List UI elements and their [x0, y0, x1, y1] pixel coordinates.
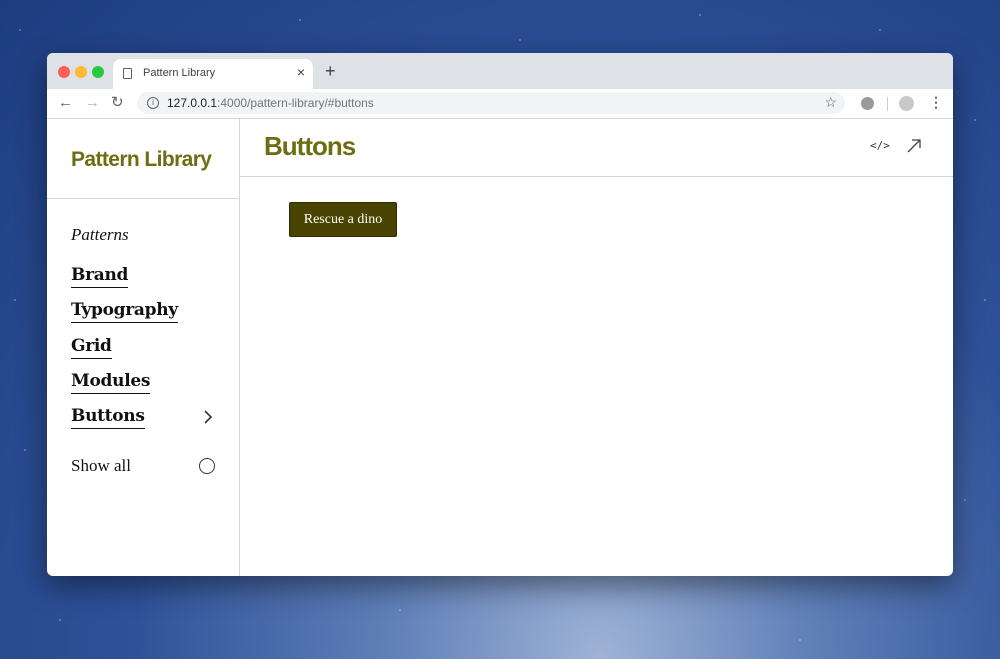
profile-avatar-icon[interactable]	[899, 96, 914, 111]
brand-title[interactable]: Pattern Library	[71, 148, 212, 172]
main-header: Buttons </>	[240, 119, 953, 177]
tab-title: Pattern Library	[143, 67, 216, 79]
browser-toolbar: ← → ↻ i 127.0.0.1:4000/pattern-library/#…	[47, 89, 953, 119]
chevron-right-icon	[204, 410, 213, 424]
browser-window: Pattern Library × + ← → ↻ i 127.0.0.1:40…	[47, 53, 953, 576]
minimize-window-button[interactable]	[75, 66, 87, 78]
sidebar: Pattern Library Patterns Brand Typograph…	[47, 119, 240, 576]
browser-menu-icon[interactable]: ⋮	[929, 94, 943, 111]
forward-arrow-icon[interactable]: →	[85, 93, 100, 113]
toolbar-divider	[887, 97, 888, 111]
page-title: Buttons	[264, 131, 356, 161]
close-tab-icon[interactable]: ×	[297, 64, 305, 80]
sidebar-item-modules[interactable]: Modules	[71, 371, 150, 394]
browser-tab[interactable]: Pattern Library ×	[113, 59, 313, 89]
document-icon	[123, 68, 132, 79]
open-external-icon[interactable]	[906, 138, 922, 154]
url-text[interactable]: 127.0.0.1:4000/pattern-library/#buttons	[167, 96, 374, 110]
extension-icon[interactable]	[861, 97, 874, 110]
close-window-button[interactable]	[58, 66, 70, 78]
tab-bar: Pattern Library × +	[47, 53, 953, 89]
sidebar-item-typography[interactable]: Typography	[71, 300, 178, 323]
new-tab-icon[interactable]: +	[325, 61, 336, 81]
main-panel: Buttons </> Rescue a dino	[240, 119, 953, 576]
rescue-a-dino-button[interactable]: Rescue a dino	[289, 202, 397, 237]
info-icon[interactable]: i	[147, 97, 159, 109]
page-content: Pattern Library Patterns Brand Typograph…	[47, 119, 953, 576]
show-all-toggle[interactable]	[199, 458, 215, 474]
patterns-heading: Patterns	[71, 225, 129, 244]
sidebar-divider	[47, 198, 239, 199]
maximize-window-button[interactable]	[92, 66, 104, 78]
code-icon[interactable]: </>	[870, 139, 890, 152]
sidebar-item-brand[interactable]: Brand	[71, 265, 128, 288]
show-all-label: Show all	[71, 456, 131, 475]
address-bar[interactable]: i 127.0.0.1:4000/pattern-library/#button…	[137, 92, 845, 114]
bookmark-star-icon[interactable]: ☆	[824, 94, 837, 111]
back-arrow-icon[interactable]: ←	[58, 93, 73, 113]
sidebar-item-grid[interactable]: Grid	[71, 336, 112, 359]
sidebar-item-buttons[interactable]: Buttons	[71, 406, 145, 429]
reload-icon[interactable]: ↻	[111, 93, 124, 113]
